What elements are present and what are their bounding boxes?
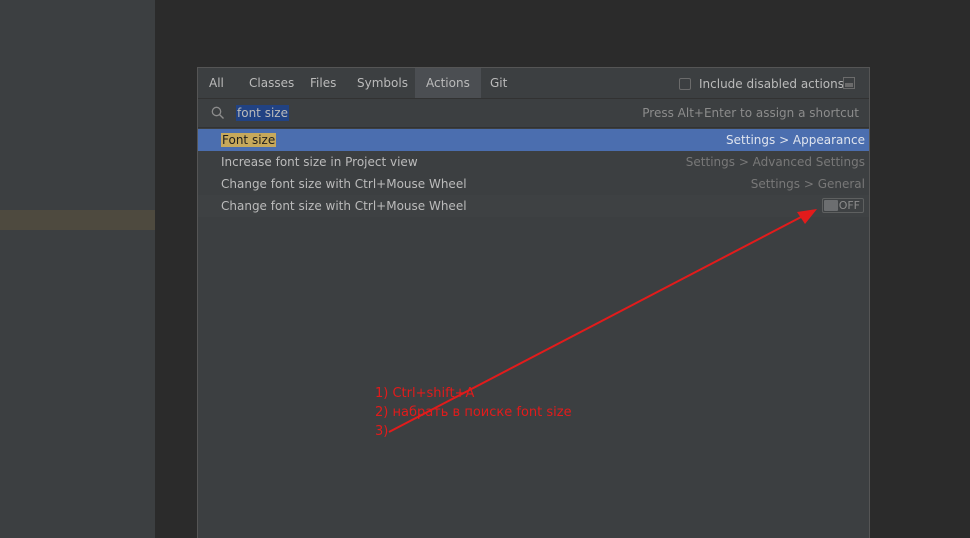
result-row-increase-font-size[interactable]: Increase font size in Project view Setti… xyxy=(198,151,869,173)
tab-files[interactable]: Files xyxy=(299,68,347,98)
result-row-change-font-size-settings[interactable]: Change font size with Ctrl+Mouse Wheel S… xyxy=(198,173,869,195)
tab-classes[interactable]: Classes xyxy=(238,68,305,98)
annotation-step-2: 2) набрать в поиске font size xyxy=(375,405,572,420)
include-disabled-label: Include disabled actions xyxy=(699,77,845,91)
toggle-knob xyxy=(824,200,838,211)
tab-symbols[interactable]: Symbols xyxy=(346,68,419,98)
result-name: Change font size with Ctrl+Mouse Wheel xyxy=(221,177,467,191)
pin-icon[interactable] xyxy=(843,77,855,89)
tab-actions[interactable]: Actions xyxy=(415,68,481,98)
result-name-match: Font size xyxy=(221,133,277,147)
tab-all[interactable]: All xyxy=(198,68,235,98)
tab-git[interactable]: Git xyxy=(479,68,518,98)
search-input[interactable]: font size xyxy=(236,105,289,121)
result-name: Font size xyxy=(221,129,277,151)
search-row: font size Press Alt+Enter to assign a sh… xyxy=(198,99,869,128)
include-disabled-checkbox[interactable] xyxy=(679,78,691,90)
result-location: Settings > General xyxy=(750,177,865,191)
result-name: Change font size with Ctrl+Mouse Wheel xyxy=(221,199,467,213)
mouse-wheel-zoom-toggle[interactable]: OFF xyxy=(822,198,864,213)
annotation-step-3: 3) xyxy=(375,424,389,439)
result-row-font-size[interactable]: Font size Settings > Appearance xyxy=(198,129,869,151)
search-everywhere-popup: All Classes Files Symbols Actions Git In… xyxy=(197,67,870,538)
tab-bar: All Classes Files Symbols Actions Git In… xyxy=(198,68,869,99)
results-list: Font size Settings > Appearance Increase… xyxy=(198,129,869,217)
toggle-state-label: OFF xyxy=(838,199,860,212)
search-icon xyxy=(211,106,224,119)
shortcut-hint: Press Alt+Enter to assign a shortcut xyxy=(642,106,859,120)
result-location: Settings > Appearance xyxy=(726,133,865,147)
result-row-change-font-size-toggle[interactable]: Change font size with Ctrl+Mouse Wheel O… xyxy=(198,195,869,217)
result-location: Settings > Advanced Settings xyxy=(685,155,865,169)
include-disabled-actions[interactable]: Include disabled actions xyxy=(679,76,844,92)
annotation-step-1: 1) Ctrl+shift+A xyxy=(375,386,475,401)
left-panel-highlight-row xyxy=(0,210,155,230)
result-name: Increase font size in Project view xyxy=(221,155,418,169)
left-tool-panel xyxy=(0,0,155,538)
